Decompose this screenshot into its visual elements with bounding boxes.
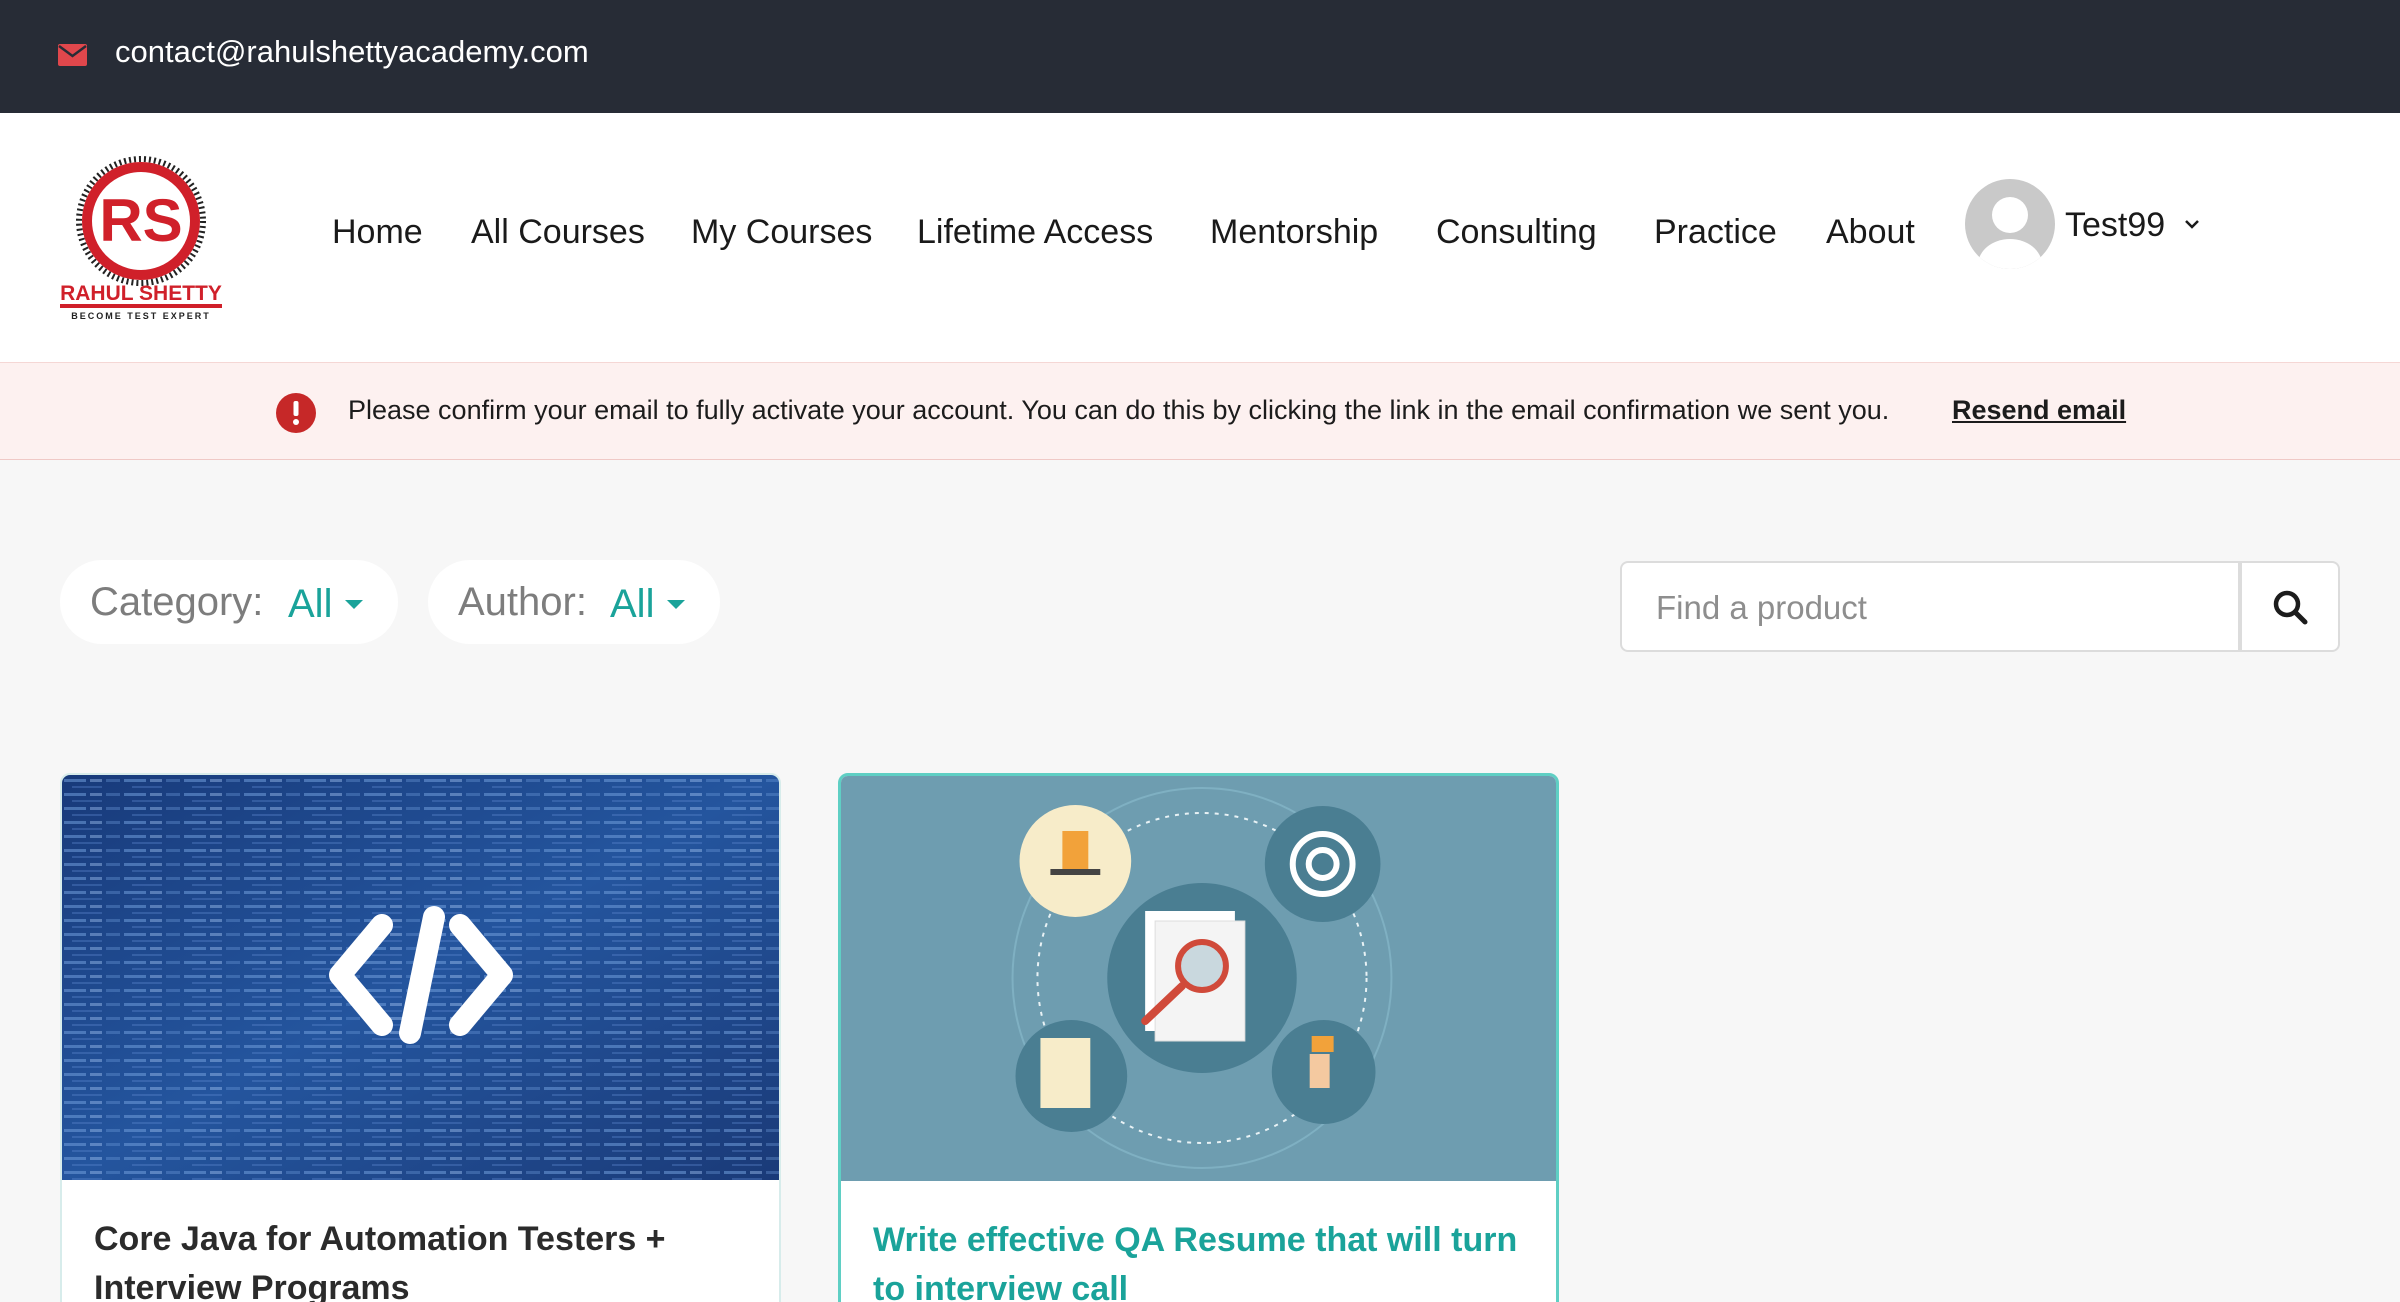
nav-mentorship[interactable]: Mentorship <box>1210 213 1378 252</box>
category-filter-value[interactable]: All <box>288 582 332 627</box>
nav-consulting[interactable]: Consulting <box>1436 213 1597 252</box>
avatar[interactable] <box>1965 179 2055 269</box>
course-title[interactable]: Core Java for Automation Testers + Inter… <box>94 1215 754 1302</box>
caret-down-icon[interactable] <box>667 600 685 609</box>
exclamation-circle-icon <box>276 393 316 433</box>
svg-text:RAHUL SHETTY: RAHUL SHETTY <box>60 282 222 305</box>
nav-lifetime-access[interactable]: Lifetime Access <box>917 213 1153 252</box>
course-card[interactable]: Core Java for Automation Testers + Inter… <box>60 773 781 1302</box>
category-filter-label: Category: <box>90 580 264 624</box>
email-confirmation-alert: Please confirm your email to fully activ… <box>0 362 2400 460</box>
caret-down-icon[interactable] <box>345 600 363 609</box>
author-filter-value[interactable]: All <box>610 582 654 627</box>
chevron-down-icon[interactable] <box>2183 217 2201 231</box>
user-silhouette-icon <box>1978 197 2042 269</box>
category-filter[interactable]: Category: All <box>60 560 398 644</box>
nav-home[interactable]: Home <box>332 213 423 252</box>
resume-illustration-image[interactable] <box>841 776 1556 1181</box>
top-contact-bar: contact@rahulshettyacademy.com <box>0 0 2400 113</box>
search-input[interactable] <box>1656 583 2216 633</box>
course-title[interactable]: Write effective QA Resume that will turn… <box>873 1216 1533 1302</box>
nav-my-courses[interactable]: My Courses <box>691 213 872 252</box>
alert-message: Please confirm your email to fully activ… <box>348 395 1890 425</box>
product-search <box>1620 561 2240 652</box>
author-filter-label: Author: <box>458 580 587 624</box>
search-icon <box>2273 590 2308 625</box>
svg-text:BECOME TEST EXPERT: BECOME TEST EXPERT <box>71 311 211 321</box>
course-card[interactable]: Write effective QA Resume that will turn… <box>838 773 1559 1302</box>
site-header: RS RAHUL SHETTY BECOME TEST EXPERT Home … <box>0 113 2400 362</box>
resend-email-link[interactable]: Resend email <box>1952 395 2126 426</box>
username[interactable]: Test99 <box>2065 206 2165 245</box>
nav-practice[interactable]: Practice <box>1654 213 1777 252</box>
search-button[interactable] <box>2240 561 2340 652</box>
svg-text:RS: RS <box>99 187 182 254</box>
envelope-icon <box>58 44 87 66</box>
author-filter[interactable]: Author: All <box>428 560 720 644</box>
code-brackets-image[interactable] <box>62 775 779 1180</box>
nav-all-courses[interactable]: All Courses <box>471 213 645 252</box>
contact-email-link[interactable]: contact@rahulshettyacademy.com <box>115 34 589 70</box>
nav-about[interactable]: About <box>1826 213 1915 252</box>
rahul-shetty-academy-logo[interactable]: RS RAHUL SHETTY BECOME TEST EXPERT <box>58 153 224 323</box>
